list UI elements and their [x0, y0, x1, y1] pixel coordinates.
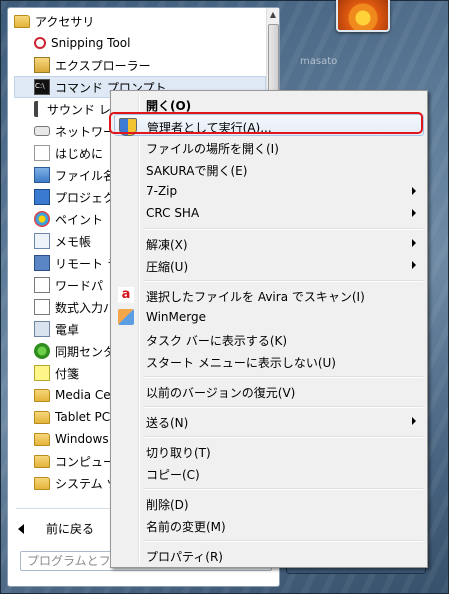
list-item-label: コンピュー: [55, 454, 116, 469]
menu-separator: [143, 228, 423, 230]
menu-separator: [143, 280, 423, 282]
menu-separator: [143, 540, 423, 542]
network-icon: [34, 126, 50, 136]
context-menu: 開く(O) 管理者として実行(A)... ファイルの場所を開く(I) SAKUR…: [110, 90, 428, 568]
list-item-label: サウンド レ: [47, 102, 111, 117]
folder-icon: [34, 476, 50, 490]
submenu-arrow-icon: [412, 209, 416, 217]
menu-item-open[interactable]: 開く(O): [114, 93, 424, 115]
menu-item-open-file-location[interactable]: ファイルの場所を開く(I): [114, 136, 424, 158]
menu-item-crc-sha[interactable]: CRC SHA: [114, 202, 424, 224]
menu-separator: [143, 488, 423, 490]
submenu-arrow-icon: [412, 239, 416, 247]
list-item-label: エクスプローラー: [55, 58, 151, 73]
list-item-label: 数式入力パ: [55, 300, 116, 315]
menu-separator: [143, 436, 423, 438]
list-item-label: メモ帳: [55, 234, 92, 249]
menu-item-run-as-admin[interactable]: 管理者として実行(A)...: [114, 114, 424, 136]
submenu-arrow-icon: [412, 417, 416, 425]
menu-item-cut[interactable]: 切り取り(T): [114, 440, 424, 462]
calculator-icon: [34, 321, 50, 337]
list-item-label: ワードパ: [55, 278, 104, 293]
run-icon: [34, 167, 50, 183]
remote-desktop-icon: [34, 255, 50, 271]
snipping-tool-icon: [34, 37, 46, 49]
list-item-label: 付箋: [55, 366, 80, 381]
user-picture-icon[interactable]: [336, 0, 390, 32]
menu-item-compress[interactable]: 圧縮(U): [114, 254, 424, 276]
list-item-label: システム ツ: [55, 476, 119, 491]
sticky-notes-icon: [34, 365, 50, 381]
wordpad-icon: [34, 277, 50, 293]
menu-item-remove-start-menu[interactable]: スタート メニューに表示しない(U): [114, 350, 424, 372]
sync-center-icon: [34, 343, 50, 359]
list-item-label: 同期センタ: [55, 344, 116, 359]
menu-item-open-with-sakura[interactable]: SAKURAで開く(E): [114, 158, 424, 180]
avira-icon: a: [118, 287, 134, 303]
command-prompt-icon: C:\: [34, 79, 50, 95]
getting-started-icon: [34, 145, 50, 161]
menu-separator: [143, 376, 423, 378]
list-item[interactable]: エクスプローラー: [8, 54, 258, 76]
folder-icon: [34, 454, 50, 468]
sound-recorder-icon: [34, 101, 42, 117]
back-label: 前に戻る: [46, 522, 95, 536]
list-item-label: 電卓: [55, 322, 80, 337]
list-item-label: Tablet PC: [55, 410, 111, 424]
menu-item-restore-previous[interactable]: 以前のバージョンの復元(V): [114, 380, 424, 402]
menu-item-delete[interactable]: 削除(D): [114, 492, 424, 514]
folder-icon: [34, 410, 50, 424]
uac-shield-icon: [119, 118, 137, 136]
list-item-label: Windows I: [55, 432, 116, 446]
list-item-label: ネットワー: [55, 124, 116, 139]
menu-item-winmerge[interactable]: WinMerge: [114, 306, 424, 328]
paint-icon: [34, 211, 50, 227]
submenu-arrow-icon: [412, 187, 416, 195]
list-item-label: ファイル名: [55, 168, 116, 183]
menu-item-7zip[interactable]: 7-Zip: [114, 180, 424, 202]
back-arrow-icon: [18, 523, 24, 534]
menu-item-pin-taskbar[interactable]: タスク バーに表示する(K): [114, 328, 424, 350]
scroll-up-arrow-icon[interactable]: ▲: [267, 8, 279, 22]
winmerge-icon: [118, 309, 134, 325]
list-item-accessories[interactable]: アクセサリ: [14, 10, 264, 32]
menu-item-extract[interactable]: 解凍(X): [114, 232, 424, 254]
math-input-icon: [34, 299, 50, 315]
list-item[interactable]: Snipping Tool: [8, 32, 258, 54]
menu-item-send-to[interactable]: 送る(N): [114, 410, 424, 432]
notepad-icon: [34, 233, 50, 249]
folder-icon: [34, 432, 50, 446]
projector-icon: [34, 189, 50, 205]
user-name-text[interactable]: masato: [300, 56, 337, 67]
list-item-label: Snipping Tool: [51, 36, 131, 50]
menu-item-copy[interactable]: コピー(C): [114, 462, 424, 484]
menu-item-rename[interactable]: 名前の変更(M): [114, 514, 424, 536]
list-item-label: はじめに: [55, 146, 104, 161]
list-item-label: アクセサリ: [35, 14, 95, 29]
list-item-label: ペイント: [55, 212, 104, 227]
list-item-label: Media Cer: [55, 388, 116, 402]
menu-separator: [143, 406, 423, 408]
menu-item-properties[interactable]: プロパティ(R): [114, 544, 424, 566]
list-item-label: プロジェク: [55, 190, 116, 205]
explorer-icon: [34, 57, 50, 73]
back-button[interactable]: 前に戻る: [18, 520, 94, 537]
submenu-arrow-icon: [412, 261, 416, 269]
folder-icon: [14, 14, 30, 28]
menu-item-avira-scan[interactable]: a 選択したファイルを Avira でスキャン(I): [114, 284, 424, 306]
folder-icon: [34, 388, 50, 402]
